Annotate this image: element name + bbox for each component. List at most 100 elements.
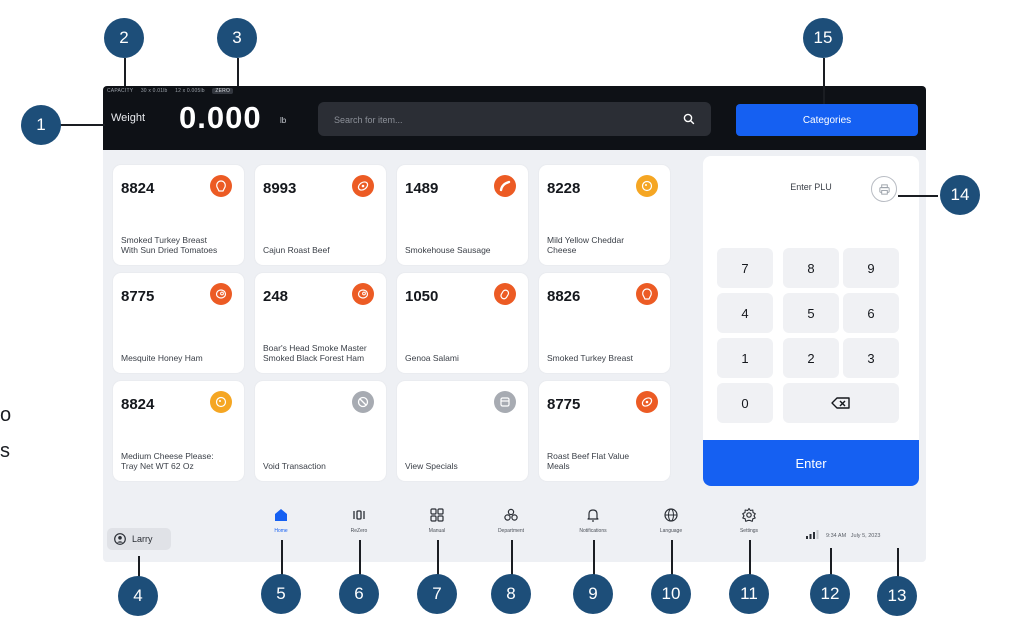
bell-icon — [587, 509, 599, 522]
product-card[interactable]: 8993 Cajun Roast Beef — [255, 165, 386, 265]
product-name: Smoked Turkey Breast — [547, 353, 633, 363]
callout-arrow — [511, 540, 513, 578]
side-text-fragment: o — [0, 404, 12, 426]
nav-label: Department — [497, 528, 525, 534]
nav-manual[interactable]: Manual — [407, 507, 467, 534]
nav-department[interactable]: Department — [481, 507, 541, 534]
key-9[interactable]: 9 — [843, 248, 899, 288]
product-card[interactable]: 1489 Smokehouse Sausage — [397, 165, 528, 265]
product-card[interactable]: 248 Boar's Head Smoke Master Smoked Blac… — [255, 273, 386, 373]
nav-settings[interactable]: Settings — [719, 507, 779, 534]
callout-arrow — [237, 58, 239, 86]
product-card[interactable]: 8775 Mesquite Honey Ham — [113, 273, 244, 373]
salami-icon — [494, 283, 516, 305]
callout-badge: 7 — [417, 574, 457, 614]
nav-home[interactable]: Home — [251, 507, 311, 534]
product-name: Medium Cheese Please: Tray Net WT 62 Oz — [121, 451, 214, 471]
product-plu: 248 — [263, 288, 289, 305]
product-card[interactable]: 1050 Genoa Salami — [397, 273, 528, 373]
product-name: Mild Yellow Cheddar Cheese — [547, 235, 625, 255]
turkey-icon — [636, 283, 658, 305]
card-label: Void Transaction — [263, 461, 326, 471]
nav-notifications[interactable]: Notifications — [563, 507, 623, 534]
search-bar[interactable] — [318, 102, 711, 136]
nav-label: Language — [659, 528, 683, 534]
nav-label: ReZero — [350, 528, 368, 534]
key-6[interactable]: 6 — [843, 293, 899, 333]
gear-icon — [742, 507, 756, 522]
capacity-label: CAPACITY — [107, 88, 134, 94]
callout-badge: 12 — [810, 574, 850, 614]
product-card[interactable]: 8228 Mild Yellow Cheddar Cheese — [539, 165, 670, 265]
steak-icon — [636, 391, 658, 413]
product-plu: 8824 — [121, 180, 155, 197]
categories-button[interactable]: Categories — [736, 104, 918, 136]
void-icon — [352, 391, 374, 413]
signal-icon — [806, 530, 819, 539]
nav-rezero[interactable]: ReZero — [329, 507, 389, 534]
key-3[interactable]: 3 — [843, 338, 899, 378]
nav-language[interactable]: Language — [641, 507, 701, 534]
key-4[interactable]: 4 — [717, 293, 773, 333]
product-plu: 8775 — [121, 288, 155, 305]
search-input[interactable] — [332, 110, 666, 130]
product-plu: 8826 — [547, 288, 581, 305]
key-0[interactable]: 0 — [717, 383, 773, 423]
capacity-info: CAPACITY 30 x 0.01lb 12 x 0.005lb ZERO — [107, 88, 239, 94]
weight-unit: lb — [280, 116, 287, 125]
view-specials-card[interactable]: View Specials — [397, 381, 528, 481]
product-plu: 8228 — [547, 180, 581, 197]
callout-badge: 2 — [104, 18, 144, 58]
key-2[interactable]: 2 — [783, 338, 839, 378]
top-bar: CAPACITY 30 x 0.01lb 12 x 0.005lb ZERO W… — [103, 86, 926, 150]
print-icon[interactable] — [871, 176, 897, 202]
product-name: Boar's Head Smoke Master Smoked Black Fo… — [263, 343, 367, 363]
home-icon — [275, 509, 287, 521]
nav-label: Notifications — [579, 528, 607, 534]
product-plu: 8993 — [263, 180, 297, 197]
product-card[interactable]: 8824 Medium Cheese Please: Tray Net WT 6… — [113, 381, 244, 481]
side-text-fragment: s — [0, 440, 10, 462]
callout-arrow — [124, 58, 126, 86]
grid-icon — [430, 508, 444, 522]
callout-badge: 6 — [339, 574, 379, 614]
product-card[interactable]: 8824 Smoked Turkey Breast With Sun Dried… — [113, 165, 244, 265]
callout-arrow — [437, 540, 439, 578]
nav-label: Manual — [428, 528, 446, 534]
card-label: View Specials — [405, 461, 458, 471]
enter-button[interactable]: Enter — [703, 440, 919, 486]
user-profile-button[interactable]: Larry — [107, 528, 171, 550]
product-card[interactable]: 8826 Smoked Turkey Breast — [539, 273, 670, 373]
callout-arrow — [823, 58, 825, 104]
turkey-icon — [210, 175, 232, 197]
product-plu: 1489 — [405, 180, 439, 197]
cheese-icon — [210, 391, 232, 413]
user-name: Larry — [132, 534, 153, 544]
globe-icon — [664, 508, 678, 522]
callout-badge: 1 — [21, 105, 61, 145]
key-1[interactable]: 1 — [717, 338, 773, 378]
callout-arrow — [749, 540, 751, 578]
callout-arrow — [593, 540, 595, 578]
capacity-range-1: 30 x 0.01lb — [140, 88, 168, 94]
search-icon[interactable] — [683, 113, 695, 125]
callout-badge: 9 — [573, 574, 613, 614]
status-date: July 5, 2023 — [850, 533, 881, 539]
product-name: Smokehouse Sausage — [405, 245, 491, 255]
rezero-icon — [353, 510, 365, 520]
product-card[interactable]: 8775 Roast Beef Flat Value Meals — [539, 381, 670, 481]
key-7[interactable]: 7 — [717, 248, 773, 288]
product-plu: 1050 — [405, 288, 439, 305]
steak-icon — [352, 175, 374, 197]
callout-arrow — [897, 548, 899, 578]
void-transaction-card[interactable]: Void Transaction — [255, 381, 386, 481]
nav-label: Settings — [739, 528, 759, 534]
callout-badge: 15 — [803, 18, 843, 58]
backspace-key[interactable] — [783, 383, 899, 423]
product-name: Genoa Salami — [405, 353, 459, 363]
callout-arrow — [359, 540, 361, 578]
key-5[interactable]: 5 — [783, 293, 839, 333]
callout-badge: 10 — [651, 574, 691, 614]
status-time: 9:34 AM — [826, 533, 847, 539]
key-8[interactable]: 8 — [783, 248, 839, 288]
